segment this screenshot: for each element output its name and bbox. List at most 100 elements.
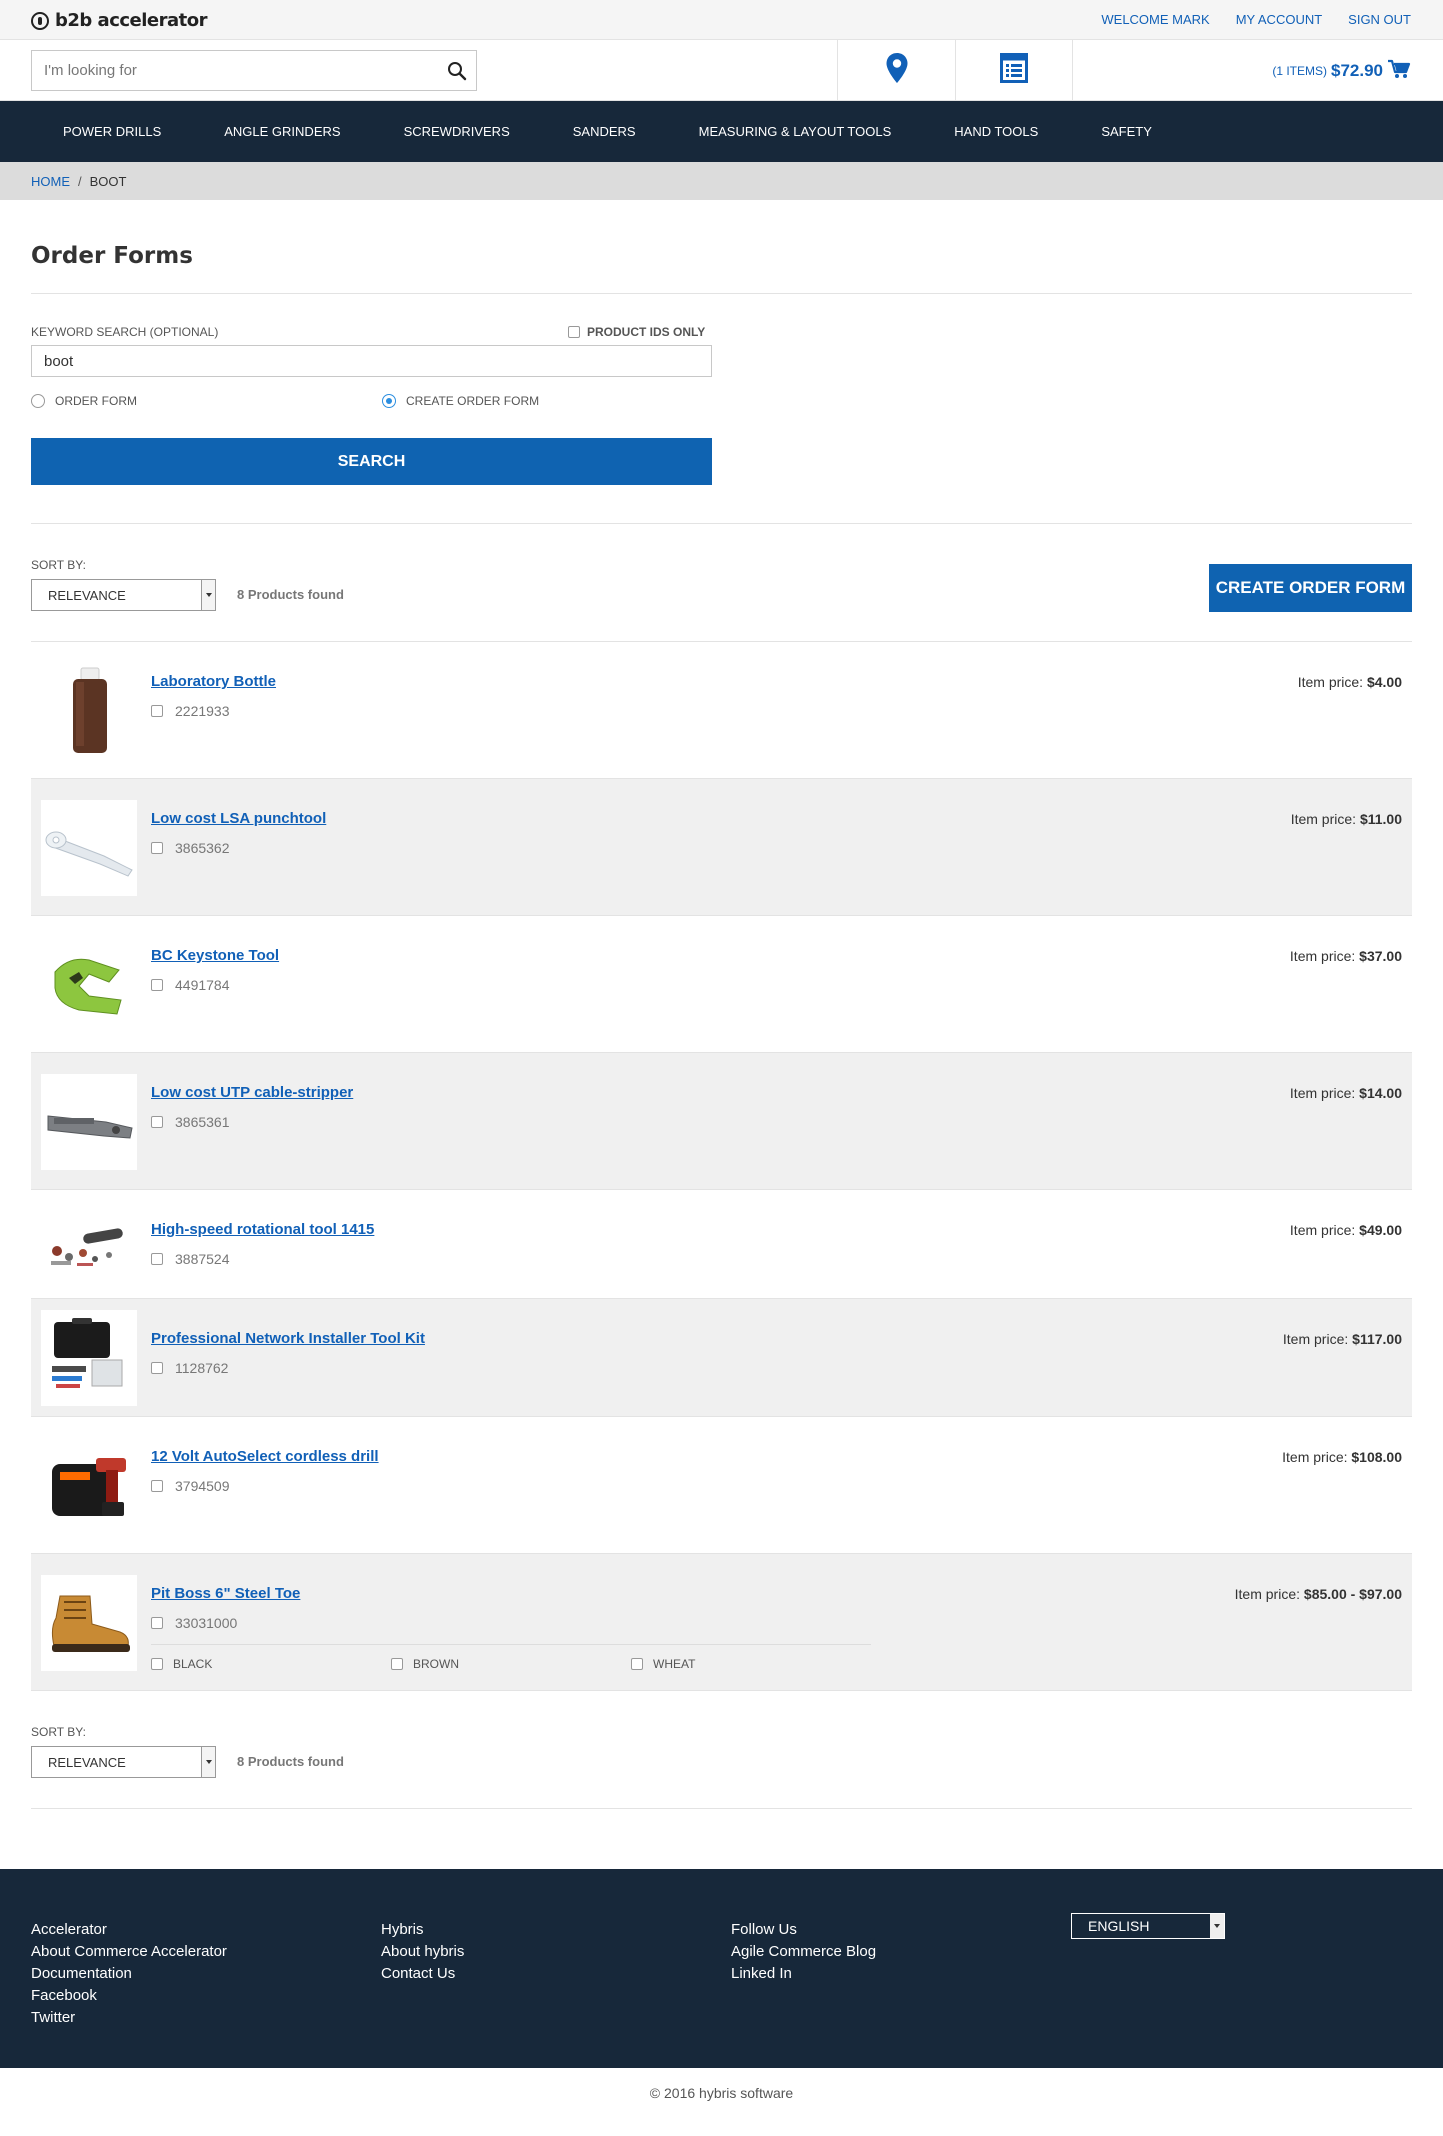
product-name-link[interactable]: BC Keystone Tool [151, 947, 279, 964]
page-title: Order Forms [31, 200, 1412, 294]
footer-link[interactable]: About hybris [381, 1943, 464, 1960]
product-image-bc-keystone-tool[interactable] [41, 937, 137, 1033]
product-name-link[interactable]: Laboratory Bottle [151, 673, 276, 690]
product-select-checkbox[interactable] [151, 979, 163, 991]
product-name-link[interactable]: Low cost LSA punchtool [151, 810, 326, 827]
nav-angle-grinders[interactable]: ANGLE GRINDERS [224, 124, 340, 139]
nav-hand-tools[interactable]: HAND TOOLS [954, 124, 1038, 139]
product-row: High-speed rotational tool 1415 3887524 … [31, 1190, 1412, 1299]
product-select-checkbox[interactable] [151, 1362, 163, 1374]
order-form-option[interactable]: ORDER FORM [31, 394, 137, 408]
item-price: Item price: $49.00 [1290, 1222, 1402, 1238]
item-price-label: Item price: [1290, 811, 1357, 827]
cart-icon [1387, 59, 1411, 83]
product-code-value: 2221933 [175, 703, 230, 719]
nav-measuring-layout-tools[interactable]: MEASURING & LAYOUT TOOLS [699, 124, 892, 139]
variant-black[interactable]: BLACK [151, 1657, 391, 1671]
product-image-rotational-tool[interactable] [41, 1197, 137, 1293]
product-code-value: 3865362 [175, 840, 230, 856]
item-price-label: Item price: [1289, 1222, 1356, 1238]
variant-wheat[interactable]: WHEAT [631, 1657, 871, 1671]
sign-out-link[interactable]: SIGN OUT [1348, 12, 1411, 27]
sort-by-select[interactable]: RELEVANCE [31, 1746, 216, 1778]
item-price-value: $117.00 [1352, 1331, 1402, 1347]
cart-total: $72.90 [1331, 61, 1383, 80]
product-image-steel-toe-boot[interactable] [41, 1575, 137, 1671]
create-order-form-radio[interactable] [382, 394, 396, 408]
product-name-link[interactable]: Pit Boss 6" Steel Toe [151, 1585, 300, 1602]
item-price-value: $85.00 - $97.00 [1303, 1586, 1402, 1602]
variant-label: WHEAT [653, 1657, 696, 1671]
product-name-link[interactable]: Low cost UTP cable-stripper [151, 1084, 353, 1101]
product-name-link[interactable]: High-speed rotational tool 1415 [151, 1221, 374, 1238]
sort-by-select[interactable]: RELEVANCE [31, 579, 216, 611]
sort-by-value: RELEVANCE [48, 587, 126, 603]
variant-checkbox[interactable] [631, 1658, 643, 1670]
footer-link[interactable]: Documentation [31, 1965, 227, 1982]
product-code: 4491784 [151, 977, 230, 993]
footer-link[interactable]: Facebook [31, 1987, 227, 2004]
product-ids-only-checkbox[interactable] [568, 326, 580, 338]
product-image-cordless-drill[interactable] [41, 1438, 137, 1534]
item-price: Item price: $14.00 [1290, 1085, 1402, 1101]
product-image-lsa-punchtool[interactable] [41, 800, 137, 896]
nav-sanders[interactable]: SANDERS [573, 124, 636, 139]
brand-logo[interactable]: b2b accelerator [31, 10, 208, 31]
item-price-value: $11.00 [1359, 811, 1402, 827]
sort-by-label: SORT BY: [31, 1725, 86, 1739]
cart-item-count: (1 ITEMS) [1272, 64, 1327, 78]
breadcrumb-current: BOOT [89, 173, 127, 189]
keyword-search-input[interactable] [31, 345, 712, 377]
variant-checkbox[interactable] [391, 1658, 403, 1670]
product-row: BC Keystone Tool 4491784 Item price: $37… [31, 916, 1412, 1053]
create-order-form-radio-label: CREATE ORDER FORM [406, 394, 540, 408]
footer-link[interactable]: Hybris [381, 1921, 464, 1938]
create-order-form-option[interactable]: CREATE ORDER FORM [382, 394, 539, 408]
product-select-checkbox[interactable] [151, 1480, 163, 1492]
product-image-laboratory-bottle[interactable] [41, 663, 137, 759]
nav-safety[interactable]: SAFETY [1101, 124, 1152, 139]
product-image-network-tool-kit[interactable] [41, 1310, 137, 1406]
footer-link[interactable]: Follow Us [731, 1921, 876, 1938]
product-row: Pit Boss 6" Steel Toe 33031000 BLACK BRO… [31, 1554, 1412, 1691]
breadcrumb-home[interactable]: HOME [31, 174, 70, 189]
product-name-link[interactable]: Professional Network Installer Tool Kit [151, 1330, 425, 1347]
variant-label: BLACK [173, 1657, 213, 1671]
footer-link[interactable]: Agile Commerce Blog [731, 1943, 876, 1960]
store-locator-button[interactable] [837, 40, 955, 100]
order-form-radio[interactable] [31, 394, 45, 408]
product-ids-only-option[interactable]: PRODUCT IDS ONLY [568, 325, 705, 339]
site-header: (1 ITEMS) $72.90 [0, 40, 1443, 101]
product-select-checkbox[interactable] [151, 1116, 163, 1128]
product-select-checkbox[interactable] [151, 1617, 163, 1629]
footer-link[interactable]: Accelerator [31, 1921, 227, 1938]
sort-by-value: RELEVANCE [48, 1754, 126, 1770]
language-select[interactable]: ENGLISH [1071, 1913, 1225, 1939]
product-select-checkbox[interactable] [151, 705, 163, 717]
order-forms-button[interactable] [955, 40, 1073, 100]
variant-checkbox[interactable] [151, 1658, 163, 1670]
footer-link[interactable]: About Commerce Accelerator [31, 1943, 227, 1960]
product-name-link[interactable]: 12 Volt AutoSelect cordless drill [151, 1448, 379, 1465]
footer-link[interactable]: Twitter [31, 2009, 227, 2026]
footer-link[interactable]: Linked In [731, 1965, 876, 1982]
nav-screwdrivers[interactable]: SCREWDRIVERS [404, 124, 510, 139]
account-links: WELCOME MARK MY ACCOUNT SIGN OUT [1101, 12, 1411, 27]
search-button[interactable]: SEARCH [31, 438, 712, 485]
welcome-link[interactable]: WELCOME MARK [1101, 12, 1209, 27]
create-order-form-button[interactable]: CREATE ORDER FORM [1209, 564, 1412, 612]
nav-power-drills[interactable]: POWER DRILLS [63, 124, 161, 139]
search-input[interactable] [32, 51, 422, 90]
search-icon[interactable] [446, 60, 468, 82]
product-image-utp-cable-stripper[interactable] [41, 1074, 137, 1170]
product-row: Low cost UTP cable-stripper 3865361 Item… [31, 1053, 1412, 1190]
footer-link[interactable]: Contact Us [381, 1965, 464, 1982]
product-select-checkbox[interactable] [151, 842, 163, 854]
mini-cart[interactable]: (1 ITEMS) $72.90 [1272, 59, 1411, 83]
product-code: 3865361 [151, 1114, 230, 1130]
language-value: ENGLISH [1088, 1918, 1150, 1934]
chevron-down-icon [201, 1747, 215, 1777]
variant-brown[interactable]: BROWN [391, 1657, 631, 1671]
product-select-checkbox[interactable] [151, 1253, 163, 1265]
my-account-link[interactable]: MY ACCOUNT [1236, 12, 1322, 27]
